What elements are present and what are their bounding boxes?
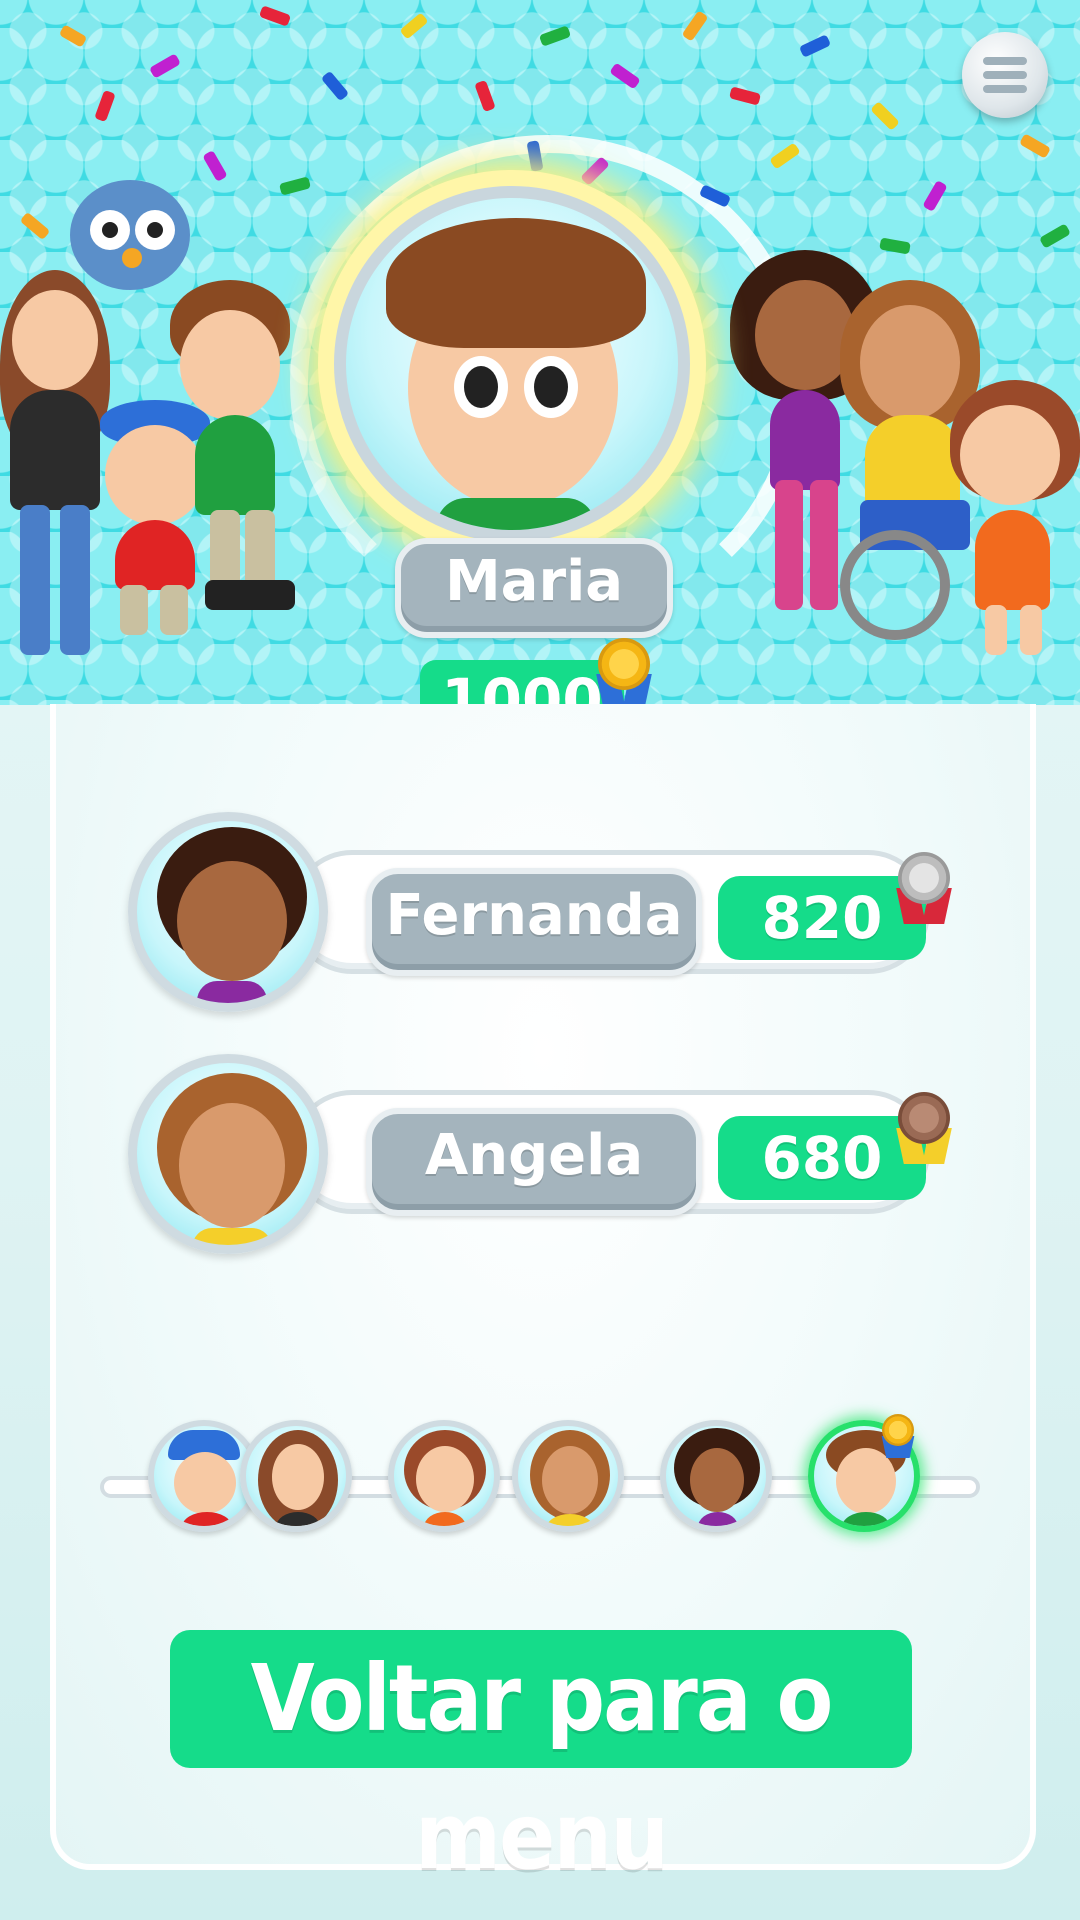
confetti bbox=[202, 150, 228, 182]
girl-glasses-character bbox=[940, 380, 1080, 660]
back-to-menu-button[interactable]: Voltar para o menu bbox=[170, 1630, 912, 1890]
girl-long-hair-avatar[interactable] bbox=[240, 1420, 352, 1532]
rank-score-pill: 820 bbox=[718, 876, 926, 960]
rank-score-pill: 680 bbox=[718, 1116, 926, 1200]
winner-score-pill: 1000 bbox=[420, 660, 624, 705]
rank-score: 820 bbox=[761, 884, 883, 952]
girl-glasses-avatar[interactable] bbox=[388, 1420, 500, 1532]
confetti bbox=[474, 79, 496, 113]
fernanda-avatar bbox=[128, 812, 328, 1012]
angela-avatar bbox=[128, 1054, 328, 1254]
winner-name: Maria bbox=[444, 549, 624, 614]
confetti bbox=[399, 12, 429, 40]
rank-name: Fernanda bbox=[385, 883, 683, 948]
confetti bbox=[149, 53, 181, 79]
celebration-banner: Maria 1000 bbox=[0, 0, 1080, 705]
gold-medal-icon bbox=[881, 1414, 915, 1462]
winner-eye-left bbox=[464, 366, 498, 408]
confetti bbox=[94, 89, 116, 123]
confetti bbox=[320, 70, 350, 102]
boy-green-shirt-character bbox=[160, 280, 310, 630]
confetti bbox=[870, 101, 900, 131]
bronze-medal-icon bbox=[896, 1092, 952, 1172]
winner-avatar bbox=[334, 186, 690, 542]
winner-eye-right bbox=[534, 366, 568, 408]
rank-name-pill: Fernanda bbox=[366, 868, 702, 976]
winner-name-pill: Maria bbox=[395, 538, 673, 638]
winner-score: 1000 bbox=[441, 666, 603, 705]
confetti bbox=[538, 25, 572, 47]
silver-medal-icon bbox=[896, 852, 952, 932]
girl-curly-avatar[interactable] bbox=[660, 1420, 772, 1532]
confetti bbox=[879, 237, 911, 255]
confetti bbox=[278, 176, 312, 196]
rank-name-pill: Angela bbox=[366, 1108, 702, 1216]
winner-hair bbox=[386, 218, 646, 348]
hamburger-menu-button[interactable] bbox=[962, 32, 1048, 118]
confetti bbox=[922, 180, 948, 212]
confetti bbox=[258, 5, 292, 27]
rank-name: Angela bbox=[424, 1123, 644, 1188]
menu-line bbox=[983, 57, 1027, 65]
confetti bbox=[769, 142, 801, 170]
gold-medal-icon bbox=[596, 638, 652, 705]
menu-line bbox=[983, 71, 1027, 79]
menu-line bbox=[983, 85, 1027, 93]
confetti bbox=[798, 34, 832, 58]
confetti bbox=[609, 62, 641, 90]
confetti bbox=[681, 10, 709, 42]
rank-score: 680 bbox=[761, 1124, 883, 1192]
confetti bbox=[728, 86, 762, 106]
confetti bbox=[1019, 133, 1051, 159]
confetti bbox=[1039, 223, 1071, 249]
confetti bbox=[58, 24, 88, 48]
woman-avatar[interactable] bbox=[512, 1420, 624, 1532]
